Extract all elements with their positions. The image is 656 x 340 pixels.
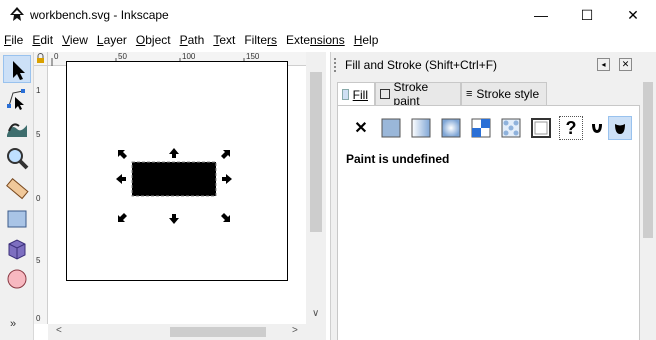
swatch-icon [531,118,551,138]
selector-tool-button[interactable] [3,55,31,83]
canvas-horizontal-scrollbar[interactable]: < > [48,324,306,340]
ruler-label: 5 [36,256,41,265]
ruler-label: 150 [246,52,260,61]
stroke-style-icon: ≡ [466,88,473,100]
ellipse-icon [7,269,27,289]
selector-arrow-icon [13,61,25,80]
ruler-label: 100 [182,52,196,61]
close-button[interactable]: ✕ [610,0,656,30]
inkscape-logo-icon [8,6,26,24]
tab-fill[interactable]: Fill [337,82,375,106]
dock-close-icon[interactable]: ✕ [619,58,632,71]
window-title: workbench.svg - Inkscape [30,8,169,22]
nonzero-fill-rule-button[interactable] [588,116,606,140]
fill-rule-evenodd-icon [615,124,625,134]
node-editor-icon [7,89,25,110]
evenodd-fill-rule-button[interactable] [608,116,632,140]
ruler-label: 50 [118,52,127,61]
tab-label: Stroke paint [393,80,429,108]
scrollbar-thumb[interactable] [310,72,322,232]
menu-layer[interactable]: Layer [93,30,132,52]
pattern-button[interactable] [499,116,523,140]
ruler-label: 1 [36,86,41,95]
fill-stroke-tabs: Fill Stroke paint ≡ Stroke style [337,80,637,108]
ruler-measure-icon [6,178,29,200]
ruler-label: 0 [36,314,41,323]
fill-panel: ✕ ? Paint is undefined [337,105,640,340]
menu-path[interactable]: Path [176,30,210,52]
ruler-label: 5 [36,130,41,139]
scrollbar-thumb[interactable] [170,327,266,337]
ruler-label: 0 [54,52,59,61]
fill-stroke-dock: Fill and Stroke (Shift+Ctrl+F) ◂ ✕ Fill … [330,52,656,340]
ellipse-tool-button[interactable] [3,265,31,293]
scroll-right-icon[interactable]: > [292,325,298,336]
scrollbar-thumb[interactable] [643,82,653,238]
linear-gradient-icon [411,118,431,138]
rectangle-tool-button[interactable] [3,205,31,233]
unset-paint-button[interactable]: ? [559,116,583,140]
magnifier-icon [7,148,29,170]
scroll-corner [306,324,326,340]
fill-swatch-icon [342,89,349,100]
node-tool-button[interactable] [3,85,31,113]
flat-color-button[interactable] [379,116,403,140]
radial-gradient-icon [441,118,461,138]
paint-status-message: Paint is undefined [346,152,450,166]
menu-extensions[interactable]: Extensions [282,30,350,52]
tweak-tool-button[interactable] [3,115,31,143]
menu-view[interactable]: View [58,30,93,52]
menu-object[interactable]: Object [132,30,176,52]
radial-gradient-button[interactable] [439,116,463,140]
more-tools-chevron[interactable]: » [10,318,16,330]
scroll-left-icon[interactable]: < [56,325,62,336]
menu-text[interactable]: Text [209,30,240,52]
pattern-icon [501,118,521,138]
ruler-corner-lock-icon[interactable] [34,52,48,66]
no-paint-icon: ✕ [354,120,368,137]
menu-filters[interactable]: Filters [240,30,282,52]
tab-stroke-paint[interactable]: Stroke paint [375,80,461,108]
menu-bar: File Edit View Layer Object Path Text Fi… [0,30,656,52]
linear-gradient-button[interactable] [409,116,433,140]
stroke-swatch-icon [380,89,390,99]
scroll-down-icon[interactable]: ∨ [312,308,319,319]
tab-stroke-style[interactable]: ≡ Stroke style [461,82,547,106]
minimize-button[interactable]: — [518,0,564,30]
tab-label: Fill [352,87,368,102]
question-mark-icon: ? [565,117,577,138]
drawing-canvas[interactable] [48,61,306,324]
menu-file[interactable]: File [0,30,28,52]
swatch-button[interactable] [529,116,553,140]
tab-label: Stroke style [476,87,540,101]
dock-vertical-scrollbar[interactable] [640,76,656,340]
toolbox: » [0,52,34,340]
flat-color-icon [381,118,401,138]
vertical-ruler[interactable]: 1 5 0 5 0 [34,66,48,324]
tweak-wave-icon [7,123,27,137]
measure-tool-button[interactable] [3,175,31,203]
dock-header: Fill and Stroke (Shift+Ctrl+F) ◂ ✕ [331,54,656,76]
menu-help[interactable]: Help [350,30,384,52]
canvas-vertical-scrollbar[interactable]: ∨ [306,52,326,324]
menu-edit[interactable]: Edit [28,30,58,52]
ruler-label: 0 [36,194,41,203]
3d-box-icon [8,239,26,260]
maximize-button[interactable]: ☐ [564,0,610,30]
no-paint-button[interactable]: ✕ [349,116,373,140]
selected-rectangle[interactable] [116,148,232,224]
zoom-tool-button[interactable] [3,145,31,173]
mesh-gradient-button[interactable] [469,116,493,140]
title-bar: workbench.svg - Inkscape — ☐ ✕ [0,0,656,30]
dock-grip-icon[interactable] [334,58,343,72]
dock-iconify-icon[interactable]: ◂ [597,58,610,71]
canvas-area: 0 50 100 150 1 5 0 5 0 ∨ < > [34,52,326,340]
rectangle-icon [7,210,27,228]
3d-box-tool-button[interactable] [3,235,31,263]
dock-title: Fill and Stroke (Shift+Ctrl+F) [345,58,498,72]
mesh-gradient-icon [471,118,491,138]
fill-rule-nonzero-icon [592,124,602,133]
